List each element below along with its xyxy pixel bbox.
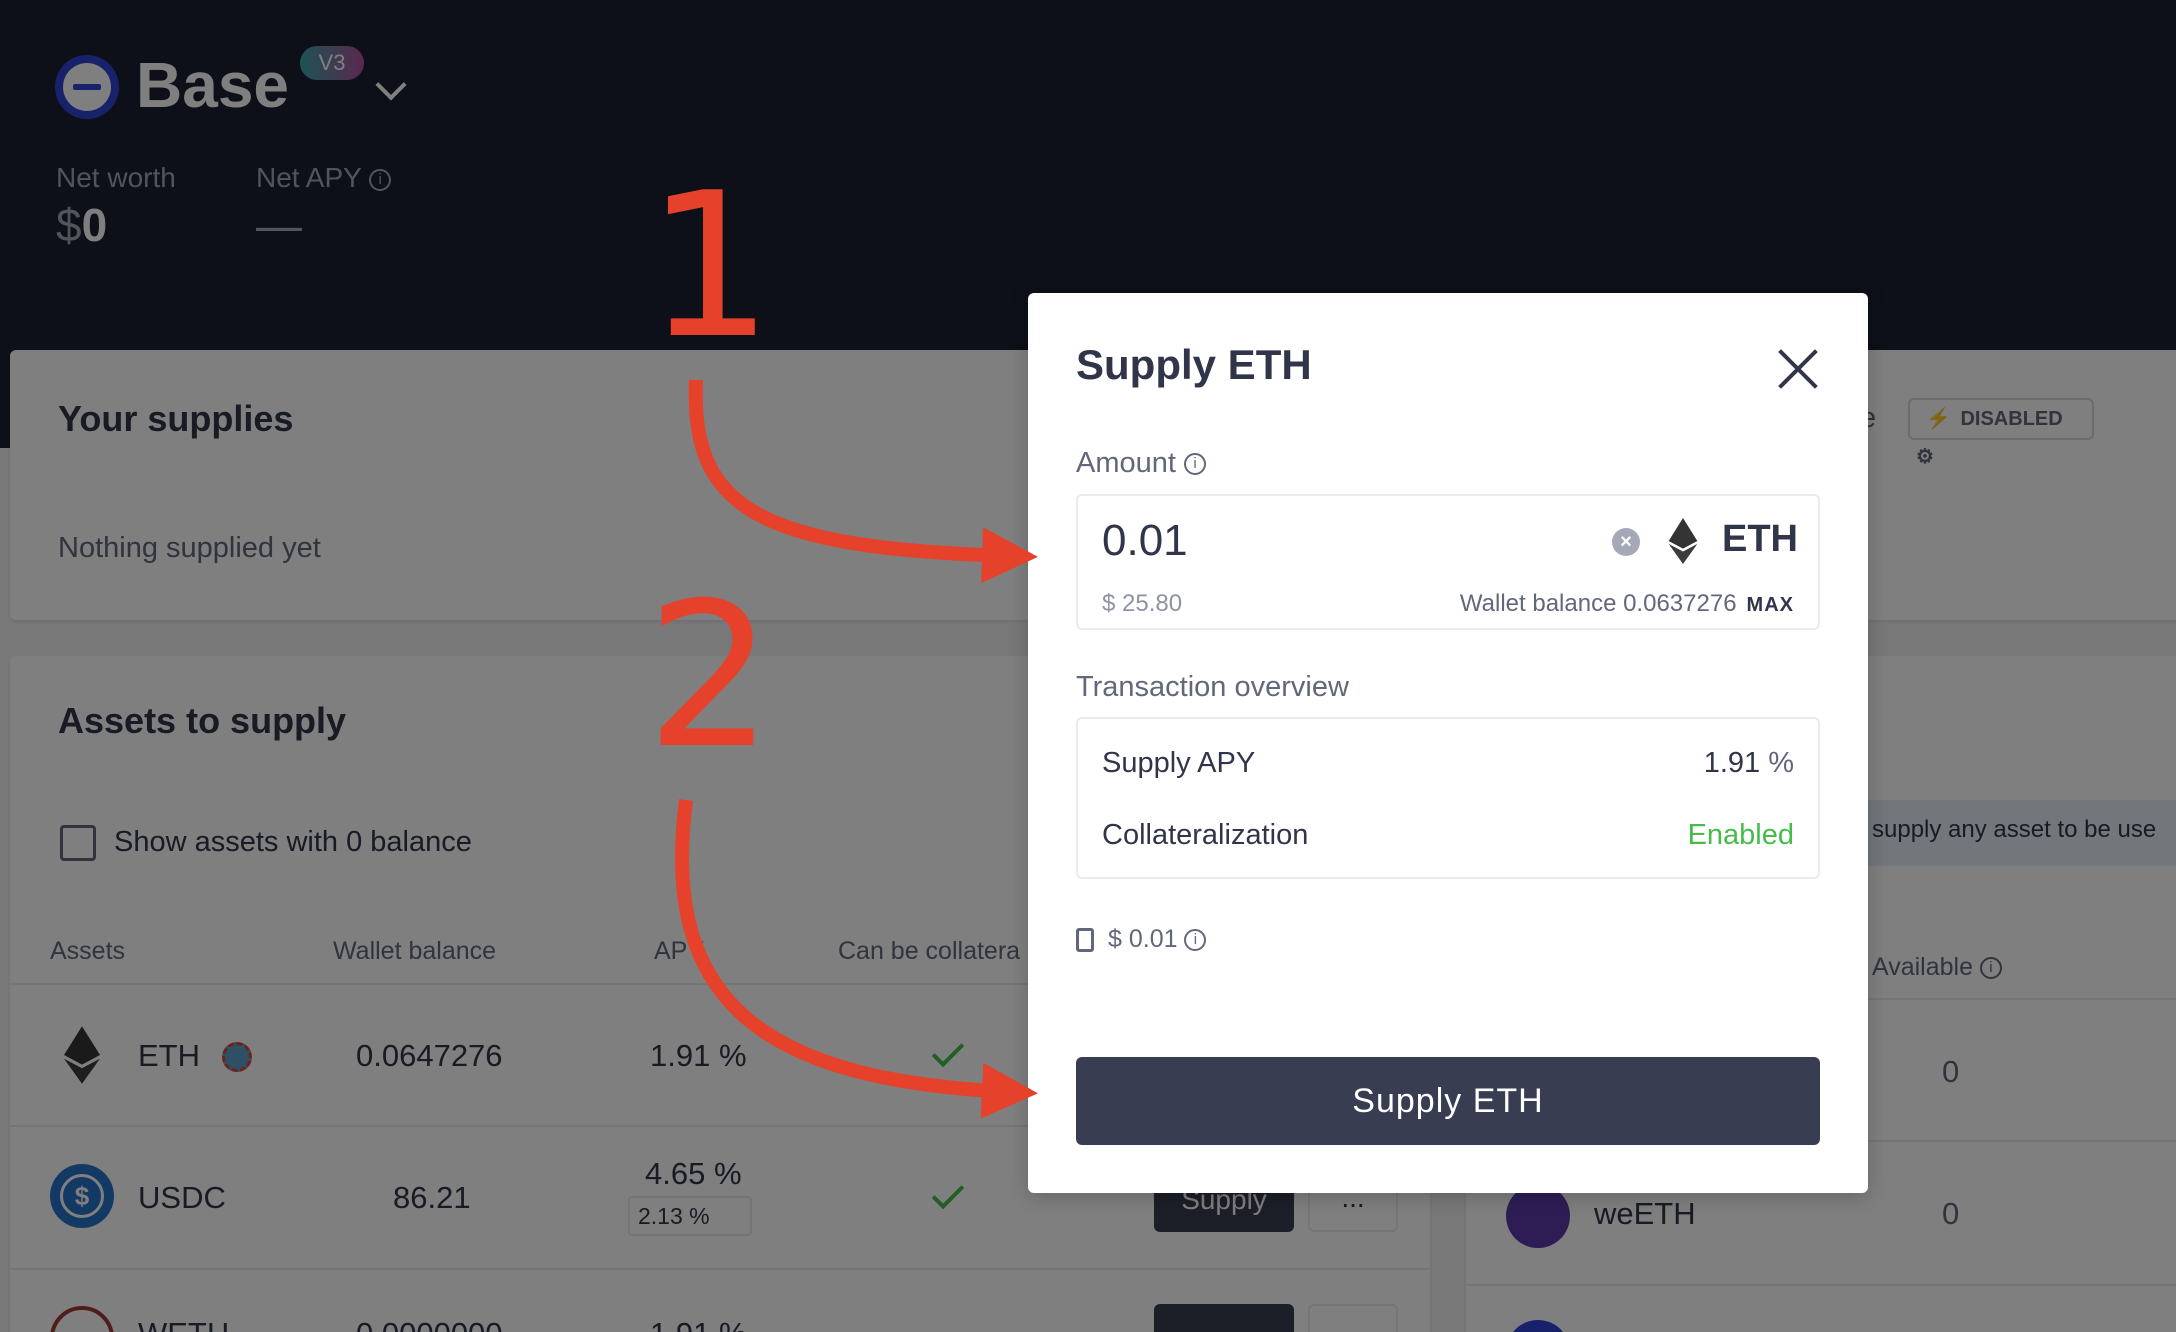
supply-apy-label: Supply APY bbox=[1102, 747, 1256, 779]
supply-eth-button[interactable]: Supply ETH bbox=[1076, 1057, 1820, 1145]
supply-apy-value: 1.91 % bbox=[1703, 747, 1794, 779]
overview-label: Transaction overview bbox=[1076, 671, 1349, 703]
step-1-number: 1 bbox=[646, 150, 774, 383]
close-icon[interactable] bbox=[1776, 347, 1820, 391]
gas-pump-icon bbox=[1076, 928, 1094, 953]
amount-label: Amount i bbox=[1076, 447, 1207, 480]
amount-input-box[interactable]: 0.01 × ETH $ 25.80 Wallet balance 0.0637… bbox=[1076, 494, 1820, 630]
wallet-balance: Wallet balance 0.0637276 MAX bbox=[1459, 590, 1794, 617]
modal-title: Supply ETH bbox=[1076, 341, 1312, 388]
eth-icon bbox=[1668, 518, 1698, 564]
step-2-number: 2 bbox=[646, 560, 774, 793]
usd-value: $ 25.80 bbox=[1102, 590, 1183, 617]
token-symbol: ETH bbox=[1722, 518, 1798, 560]
collateralization-label: Collateralization bbox=[1102, 819, 1309, 851]
clear-icon[interactable]: × bbox=[1612, 528, 1640, 556]
info-icon[interactable]: i bbox=[1184, 929, 1207, 952]
supply-modal: Supply ETH Amount i 0.01 × ETH $ 25.80 W… bbox=[1028, 293, 1868, 1193]
transaction-overview: Supply APY 1.91 % Collateralization Enab… bbox=[1076, 717, 1820, 879]
info-icon[interactable]: i bbox=[1184, 453, 1207, 476]
gas-estimate: $ 0.01 i bbox=[1076, 925, 1207, 954]
collateralization-value: Enabled bbox=[1687, 819, 1794, 851]
amount-input[interactable]: 0.01 bbox=[1102, 516, 1188, 566]
max-button[interactable]: MAX bbox=[1747, 594, 1794, 616]
